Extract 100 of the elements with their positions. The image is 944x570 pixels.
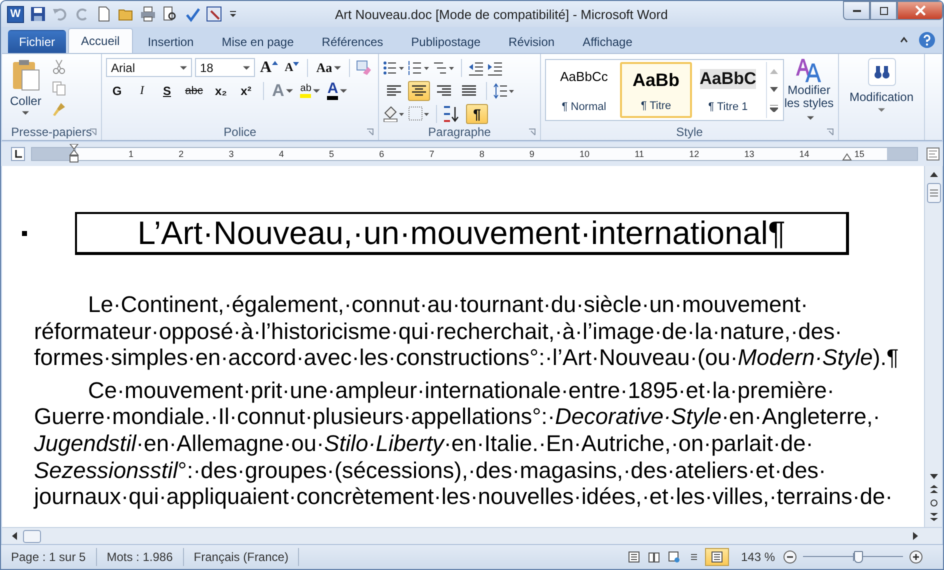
close-button[interactable] [897,1,943,20]
ruler-number: 6 [379,149,384,159]
change-styles-button[interactable]: Modifier les styles [784,57,834,124]
style-item[interactable]: AaBb ¶ Titre [620,62,692,118]
zoom-slider-thumb[interactable] [854,551,863,563]
ruler-number: 9 [529,149,534,159]
restore-button[interactable] [870,1,897,20]
page-count[interactable]: Page : 1 sur 5 [11,548,97,566]
new-document-icon[interactable] [96,6,112,22]
help-icon[interactable] [919,32,935,48]
zoom-out-icon[interactable] [783,550,797,564]
zoom-level[interactable]: 143 % [740,550,775,564]
highlight-button[interactable]: ab [298,83,322,98]
scroll-down-icon[interactable] [770,86,778,92]
view-ruler-icon[interactable] [926,147,940,161]
font-size-field[interactable]: 18 [195,58,255,77]
ruler-number: 5 [328,149,334,159]
print-preview-icon[interactable] [162,6,178,22]
borders-icon[interactable] [408,106,430,122]
scroll-thumb[interactable] [926,183,940,203]
ruler-number: 8 [479,149,484,159]
ruler-number: 14 [799,149,810,159]
ruler-number: 3 [228,149,234,159]
scissors-icon[interactable] [51,59,68,75]
tab-selector-icon[interactable] [11,147,25,161]
close-icon [914,5,926,16]
scroll-down-icon[interactable] [930,474,938,479]
ribbon-tab[interactable]: Révision [496,30,568,53]
clipboard-icon [10,59,41,91]
scroll-thumb[interactable] [23,530,41,542]
caret-icon [180,66,187,70]
decrease-indent-icon[interactable] [468,60,484,76]
numbered-list-icon[interactable] [408,60,430,76]
zoom-slider[interactable] [803,550,903,564]
page-view-icon [648,551,660,563]
ruler-number: 10 [580,149,590,159]
ribbon-tab[interactable]: Mise en page [208,30,307,53]
shrink-font-button[interactable]: A [282,60,302,75]
spelling-check-icon[interactable] [184,6,200,22]
collapse-ribbon-icon[interactable] [899,35,909,45]
previous-page-icon[interactable] [930,485,938,493]
form-icon[interactable] [206,6,222,22]
ribbon-tab[interactable]: Références [308,30,396,53]
ribbon-tab[interactable]: Insertion [134,30,207,53]
scroll-left-icon[interactable] [12,532,17,540]
editing-button[interactable]: Modification [849,54,914,116]
indent-marker-icon[interactable] [69,144,79,164]
ruler-number: 12 [689,149,700,159]
ribbon-tab[interactable]: Accueil [68,28,133,53]
customize-toolbar-icon[interactable] [228,9,238,19]
font-name-field[interactable]: Arial [106,58,192,77]
format-button[interactable]: S [156,84,178,98]
zoom-in-icon[interactable] [909,550,923,564]
window-title: Art Nouveau.doc [Mode de compatibilité] - Microsoft Word [335,6,668,22]
caret-icon [243,66,250,70]
page-view-icon [668,551,680,563]
word-count[interactable]: Mots : 1.986 [106,548,184,566]
ruler-number: 13 [744,149,754,159]
align-button[interactable] [408,80,430,100]
save-icon[interactable] [30,6,46,22]
line-spacing-icon[interactable] [493,82,515,98]
text-lines-icon [462,84,476,96]
more-styles-icon[interactable] [770,104,778,112]
increase-indent-icon[interactable] [487,60,503,76]
view-button[interactable] [704,548,729,566]
show-marks-button[interactable]: ¶ [466,104,488,124]
eraser-icon[interactable] [356,60,372,76]
horizontal-scrollbar[interactable] [2,527,942,544]
format-button[interactable]: G [106,84,128,98]
grow-font-button[interactable]: A [258,58,280,76]
body-paragraph: Ce·mouvement·prit·une·ampleur·internationale·entre·1895·et·la·première· Guerre·mondiale.·Il·connut·plusieurs·appellations°:·Decorative·Style·en·Angleterre,· Jugendstil·en·Allemagne·ou·Stilo·Liberty·en·Italie.·En·Autriche,·on·parlait·de· Sezessionsstil°:·des·groupes·(sécessions),·des·magasins,·des·ateliers·et·des· journaux·qui·appliquaient·concrètement·les·nouvelles·idées,·et·les·villes,·terrains·de· [34,376,894,510]
format-button[interactable]: I [131,83,153,98]
scroll-right-icon[interactable] [913,532,918,540]
body-paragraph: Le·Continent,·également,·connut·au·tournant·du·siècle·un·mouvement· réformateur·opposé·à·l’historicisme·qui·recherchait,·à·l’image·de·la·nature,·des· formes·simples·en·accord·avec·les·constructions°:·l’Art·Nouveau·(ou·Modern·Style).¶ [34,291,900,371]
shading-icon[interactable] [383,106,405,122]
sort-icon[interactable] [443,106,459,122]
ruler-number: 11 [634,149,644,159]
change-case-button[interactable]: Aa [314,60,344,76]
vertical-scrollbar[interactable] [924,166,942,527]
format-button[interactable]: abc [181,84,207,96]
browse-object-icon[interactable] [930,499,938,507]
ruler-number: 1 [128,149,134,159]
printer-icon[interactable] [140,6,156,22]
page-view-icon [628,551,640,563]
bullet-list-icon[interactable] [383,60,405,76]
next-page-icon[interactable] [930,513,938,521]
multilevel-list-icon[interactable] [433,60,455,76]
caret-icon [340,88,348,92]
ribbon-tab[interactable]: Fichier [8,30,66,53]
language-indicator[interactable]: Français (France) [194,548,300,566]
minimize-button[interactable] [843,1,870,20]
format-button[interactable]: x² [235,84,257,98]
font-color-button[interactable]: A [325,82,350,100]
ribbon-tab[interactable]: Publipostage [398,30,494,53]
right-indent-marker-icon[interactable] [842,153,852,161]
ribbon-tab[interactable]: Affichage [570,30,646,53]
scroll-up-icon[interactable] [930,172,938,177]
app-logo[interactable]: W [7,6,24,22]
paste-button[interactable]: Coller [6,57,46,124]
format-button[interactable]: x₂ [210,84,232,98]
